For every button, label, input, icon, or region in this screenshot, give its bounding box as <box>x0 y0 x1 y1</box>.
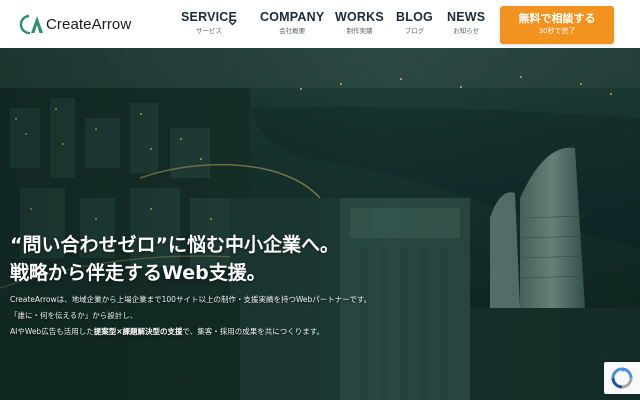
site-header: CreateArrow SERVICE サービス COMPANY 会社概要 WO… <box>0 0 640 48</box>
chevron-down-icon[interactable] <box>228 20 237 26</box>
hero-description: CreateArrowは、地域企業から上場企業まで100サイト以上の制作・支援実… <box>10 292 371 340</box>
hero-desc-line3-c: で、集客・採用の成果を共につくります。 <box>182 327 324 336</box>
nav-news-label: NEWS <box>447 10 486 24</box>
logo-text: CreateArrow <box>46 16 132 33</box>
cta-label: 無料で相談する <box>518 12 596 25</box>
nav-works-sub: 制作実績 <box>346 27 373 35</box>
nav-company[interactable]: COMPANY 会社概要 <box>260 10 324 35</box>
nav-works[interactable]: WORKS 制作実績 <box>335 10 384 35</box>
hero-desc-line3-emphasis: 提案型×課題解決型の支援 <box>93 327 183 336</box>
cta-sub-label: 30秒で完了 <box>538 27 576 35</box>
createarrow-logo-icon <box>19 14 43 35</box>
hero-desc-line3-a: AIやWeb広告も活用した <box>10 327 94 336</box>
nav-works-label: WORKS <box>335 10 384 24</box>
nav-company-sub: 会社概要 <box>279 27 306 35</box>
nav-blog-label: BLOG <box>396 10 433 24</box>
hero-headline-line1: “問い合わせゼロ”に悩む中小企業へ。 <box>10 234 339 256</box>
hero-desc-line3: AIやWeb広告も活用した提案型×課題解決型の支援で、集客・採用の成果を共につく… <box>10 324 371 340</box>
hero-headline: “問い合わせゼロ”に悩む中小企業へ。 戦略から伴走するWeb支援。 <box>10 231 339 287</box>
hero-headline-line2: 戦略から伴走するWeb支援。 <box>10 262 266 284</box>
nav-service-sub: サービス <box>196 27 223 35</box>
hero-section: “問い合わせゼロ”に悩む中小企業へ。 戦略から伴走するWeb支援。 Create… <box>0 48 640 400</box>
nav-news-sub: お知らせ <box>453 27 480 35</box>
logo[interactable]: CreateArrow <box>18 12 131 36</box>
hero-desc-line2: 「誰に・何を伝えるか」から設計し、 <box>10 311 138 320</box>
nav-blog-sub: ブログ <box>404 27 425 35</box>
nav-news[interactable]: NEWS お知らせ <box>447 10 485 35</box>
free-consultation-button[interactable]: 無料で相談する 30秒で完了 <box>500 6 614 44</box>
nav-blog[interactable]: BLOG ブログ <box>396 10 433 35</box>
recaptcha-icon <box>611 367 633 389</box>
recaptcha-badge[interactable] <box>604 362 640 394</box>
hero-overlay <box>0 48 640 400</box>
nav-company-label: COMPANY <box>260 10 325 24</box>
hero-desc-line1: CreateArrowは、地域企業から上場企業まで100サイト以上の制作・支援実… <box>10 295 372 304</box>
